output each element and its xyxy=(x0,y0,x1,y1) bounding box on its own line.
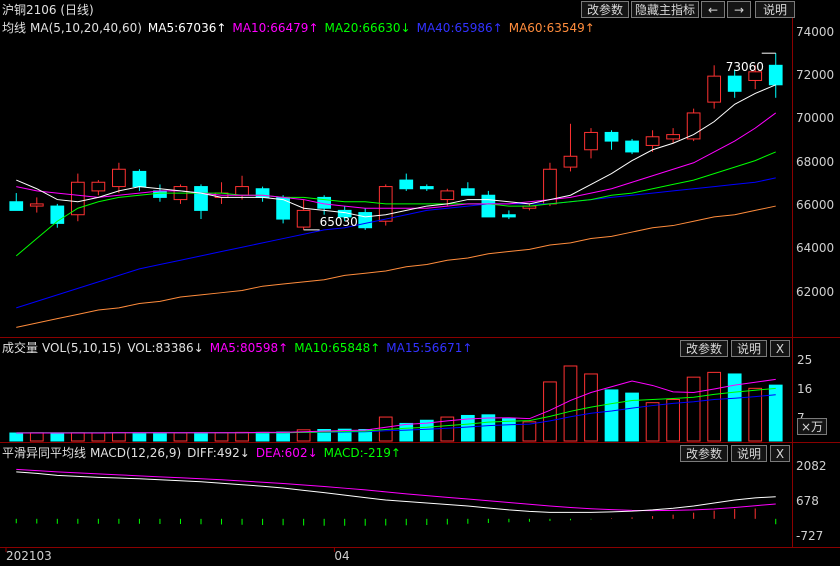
candle-body xyxy=(9,201,24,211)
volume-bar xyxy=(707,371,722,442)
ma20-line xyxy=(15,151,776,257)
candle-body xyxy=(358,212,373,229)
chart-canvas[interactable]: 73060 65030 xyxy=(0,0,840,566)
candle-body xyxy=(460,188,475,196)
candle-body xyxy=(625,140,639,153)
dea-line xyxy=(16,468,776,512)
volume-bar xyxy=(194,432,208,442)
candle-body xyxy=(276,196,290,220)
volume-bar xyxy=(9,432,24,442)
candle-body xyxy=(707,75,722,103)
candle-body xyxy=(132,170,147,188)
ma5-line xyxy=(16,84,776,218)
volume-bar xyxy=(214,432,229,442)
volume-bar xyxy=(91,432,106,442)
candle-body xyxy=(440,190,455,201)
candle-body xyxy=(502,214,516,218)
volume-bar xyxy=(645,402,660,442)
candle-body xyxy=(399,179,414,190)
candle-body xyxy=(584,131,598,151)
volume-bar xyxy=(481,414,496,442)
volume-bar xyxy=(563,365,578,442)
volume-bar xyxy=(276,431,290,442)
volume-bar xyxy=(50,432,65,442)
candle-body xyxy=(604,131,619,142)
candle-body xyxy=(419,186,434,190)
candle-body xyxy=(645,136,660,146)
candle-body xyxy=(153,190,167,198)
volume-bar xyxy=(173,432,188,442)
volume-ma15-line xyxy=(16,394,776,434)
candle-body xyxy=(727,75,742,92)
volume-bar xyxy=(132,432,147,442)
candle-body xyxy=(194,186,208,211)
ma10-line xyxy=(16,112,777,209)
low-label: 65030 xyxy=(320,215,358,229)
volume-bar xyxy=(399,422,414,442)
volume-bar xyxy=(768,384,783,442)
volume-bar xyxy=(153,432,167,442)
volume-bar xyxy=(686,376,701,442)
volume-bar xyxy=(112,432,126,442)
volume-bar xyxy=(29,432,44,442)
volume-bar xyxy=(543,381,557,442)
volume-bar xyxy=(235,431,249,442)
candle-body xyxy=(29,203,44,207)
candle-body xyxy=(563,155,578,168)
volume-bar xyxy=(502,418,516,442)
diff-line xyxy=(16,471,776,513)
candle-body xyxy=(768,64,783,86)
volume-bar xyxy=(255,431,270,442)
candle-body xyxy=(112,168,126,188)
ma40-line xyxy=(16,177,776,309)
volume-bar xyxy=(604,389,619,442)
candle-body xyxy=(481,194,496,218)
ma60-line xyxy=(16,205,776,328)
candle-body xyxy=(666,134,680,140)
volume-ma5-line xyxy=(16,378,776,434)
volume-bar xyxy=(666,399,680,442)
candle-body xyxy=(70,181,85,216)
high-label: 73060 xyxy=(726,60,764,74)
volume-bar xyxy=(70,432,85,442)
candle-body xyxy=(296,209,311,228)
candle-body xyxy=(91,181,106,192)
candle-body xyxy=(235,186,249,196)
